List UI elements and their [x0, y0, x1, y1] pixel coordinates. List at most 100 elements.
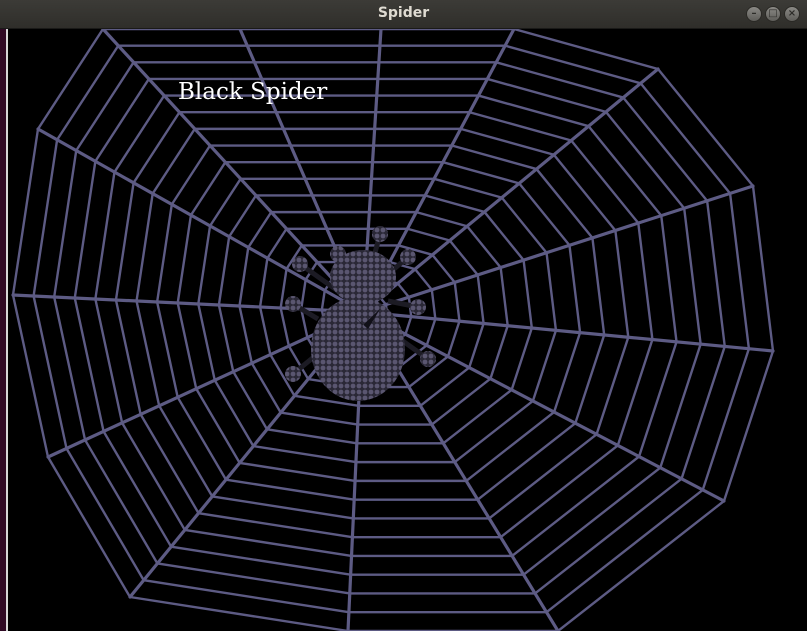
spider-leg-tuft — [400, 249, 416, 265]
web-thread — [320, 289, 326, 312]
web-thread — [94, 297, 124, 425]
web-thread — [300, 278, 307, 311]
web-thread — [431, 253, 456, 284]
web-thread — [83, 438, 159, 565]
web-thread — [495, 61, 625, 99]
web-thread — [595, 336, 630, 436]
web-thread — [701, 347, 751, 492]
web-thread — [660, 214, 678, 344]
web-thread — [522, 258, 534, 330]
web-thread — [258, 305, 272, 356]
web-spoke — [11, 293, 365, 314]
web-thread — [556, 499, 726, 631]
web-thread — [32, 294, 68, 450]
web-thread — [176, 301, 198, 390]
web-thread — [446, 319, 461, 358]
web-thread — [114, 181, 135, 302]
web-thread — [238, 461, 357, 483]
web-thread — [545, 488, 704, 614]
web-thread — [522, 466, 662, 576]
spider-leg-tuft — [372, 226, 388, 242]
web-thread — [406, 227, 451, 242]
web-thread — [722, 349, 775, 503]
web-thread — [432, 177, 504, 199]
web-thread — [176, 396, 228, 481]
web-thread — [430, 288, 437, 321]
web-thread — [73, 160, 97, 300]
web-thread — [120, 421, 187, 532]
web-thread — [46, 455, 132, 599]
web-thread — [135, 299, 161, 408]
web-thread — [487, 433, 598, 520]
web-thread — [52, 295, 87, 442]
web-thread — [208, 177, 242, 228]
web-thread — [189, 160, 227, 217]
web-thread — [11, 293, 50, 459]
web-thread — [94, 170, 116, 301]
web-thread — [425, 317, 437, 347]
web-thread — [279, 306, 291, 348]
web-thread — [728, 192, 751, 350]
web-thread — [217, 303, 235, 373]
render-canvas[interactable]: Black Spider — [8, 29, 807, 631]
web-thread — [238, 304, 254, 365]
web-thread — [448, 239, 479, 277]
web-thread — [279, 411, 359, 426]
web-thread — [614, 229, 630, 339]
web-thread — [659, 342, 702, 469]
spider-scene — [11, 29, 775, 631]
web-thread — [195, 387, 241, 465]
web-thread — [65, 447, 145, 582]
web-thread — [637, 221, 654, 341]
web-thread — [132, 111, 181, 185]
spider-abdomen — [311, 297, 405, 401]
web-thread — [453, 281, 461, 323]
web-thread — [258, 256, 269, 309]
web-thread — [531, 329, 558, 403]
title-bar[interactable]: Spider – □ × — [0, 0, 807, 29]
web-thread — [591, 236, 606, 337]
app-window: Spider – □ × Black Spider — [0, 0, 807, 631]
web-thread — [587, 124, 663, 217]
web-thread — [442, 388, 513, 445]
web-thread — [545, 251, 558, 332]
web-thread — [404, 315, 413, 336]
web-thread — [503, 44, 642, 85]
web-thread — [499, 444, 620, 539]
web-thread — [705, 199, 726, 348]
web-thread — [535, 167, 594, 240]
web-thread — [128, 595, 350, 631]
web-thread — [197, 302, 216, 382]
web-thread — [465, 225, 502, 269]
web-thread — [656, 67, 755, 188]
web-thread — [486, 77, 608, 114]
web-thread — [639, 82, 732, 195]
web-thread — [213, 379, 255, 448]
web-thread — [217, 235, 231, 307]
minimize-button[interactable]: – — [746, 6, 762, 22]
web-thread — [197, 224, 212, 306]
web-thread — [155, 203, 174, 304]
web-thread — [510, 455, 641, 558]
web-thread — [510, 326, 534, 392]
web-thread — [238, 246, 250, 308]
maximize-button[interactable]: □ — [765, 6, 781, 22]
web-thread — [604, 110, 686, 210]
web-thread — [155, 300, 179, 399]
web-thread — [176, 213, 193, 305]
web-thread — [680, 345, 726, 480]
spider-leg-tuft — [410, 299, 426, 315]
web-thread — [36, 29, 105, 131]
web-thread — [75, 61, 135, 152]
web-thread — [477, 94, 590, 128]
web-thread — [32, 138, 59, 298]
web-thread — [52, 149, 78, 299]
web-thread — [94, 77, 151, 163]
close-button[interactable]: × — [784, 6, 800, 22]
web-thread — [465, 410, 556, 483]
web-thread — [157, 404, 214, 498]
web-thread — [114, 298, 142, 416]
web-thread — [247, 210, 273, 249]
spider-leg-tuft — [285, 296, 301, 312]
web-thread — [430, 377, 492, 426]
